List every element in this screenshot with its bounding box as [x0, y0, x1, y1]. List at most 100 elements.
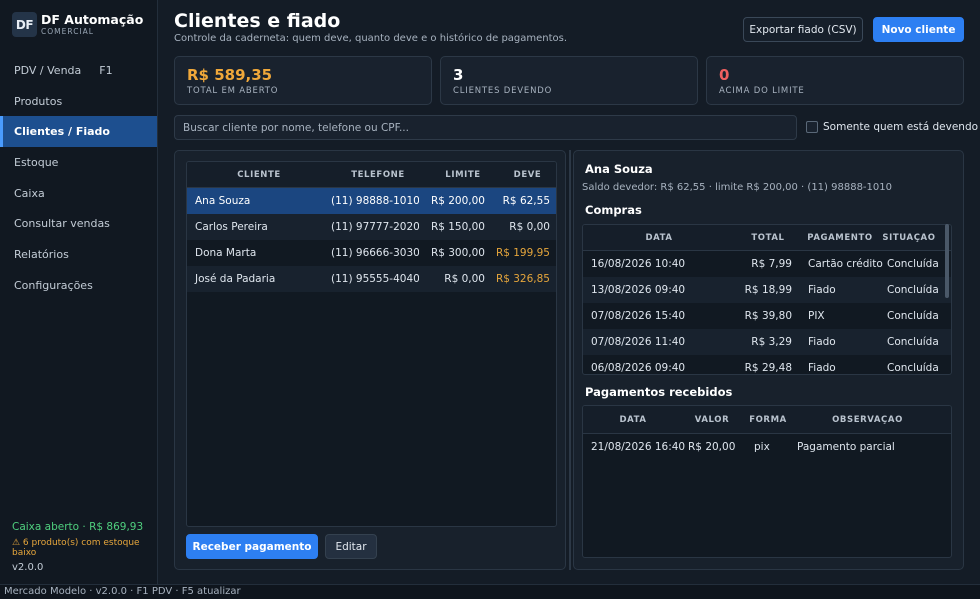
payment-note: Pagamento parcial [797, 441, 895, 453]
client-row[interactable]: Dona Marta (11) 96666-3030 R$ 300,00 R$ … [187, 240, 556, 266]
purchase-row[interactable]: 06/08/2026 09:40 R$ 29,48 Fiado Concluíd… [583, 355, 951, 374]
payment-row[interactable]: 21/08/2026 16:40 R$ 20,00 pix Pagamento … [583, 434, 951, 460]
nav-item-produtos[interactable]: Produtos [0, 86, 157, 117]
payment-method: pix [754, 441, 770, 453]
sidebar-footer: Caixa aberto · R$ 869,93 ⚠ 6 produto(s) … [12, 521, 152, 573]
purchase-date: 16/08/2026 10:40 [591, 258, 686, 270]
purchases-scrollbar[interactable] [945, 224, 949, 298]
client-owes: R$ 199,95 [495, 247, 550, 259]
column-header[interactable]: OBSERVAÇÃO [795, 415, 940, 425]
cash-status: Caixa aberto · R$ 869,93 [12, 521, 144, 533]
nav-shortcut: F1 [99, 63, 113, 77]
nav-item-caixa[interactable]: Caixa [0, 178, 157, 209]
search-input[interactable] [174, 115, 797, 140]
column-header[interactable]: FORMA [741, 415, 795, 425]
purchase-status: Concluída [887, 336, 939, 348]
purchase-status: Concluída [887, 258, 939, 270]
nav-item-label: Caixa [14, 186, 45, 200]
purchase-payment: PIX [808, 310, 825, 322]
column-header[interactable]: DATA [583, 233, 735, 243]
purchase-total: R$ 39,80 [744, 310, 792, 322]
clients-table-header: CLIENTE TELEFONE LIMITE DEVE [187, 162, 556, 188]
column-header[interactable]: TELEFONE [331, 170, 425, 180]
client-phone: (11) 96666-3030 [331, 247, 419, 259]
purchases-table: DATA TOTAL PAGAMENTO SITUAÇÃO 16/08/2026… [582, 224, 952, 375]
purchase-date: 13/08/2026 09:40 [591, 284, 686, 296]
purchase-total: R$ 29,48 [744, 362, 792, 374]
purchase-row[interactable]: 07/08/2026 11:40 R$ 3,29 Fiado Concluída [583, 329, 951, 355]
client-limit: R$ 200,00 [430, 195, 485, 207]
nav-item-consultar-vendas[interactable]: Consultar vendas [0, 208, 157, 239]
column-header[interactable]: DATA [583, 415, 683, 425]
nav-item-label: Estoque [14, 155, 59, 169]
export-csv-button[interactable]: Exportar fiado (CSV) [743, 17, 863, 42]
nav-item-label: Configurações [14, 278, 93, 292]
purchase-row[interactable]: 07/08/2026 15:40 R$ 39,80 PIX Concluída [583, 303, 951, 329]
sidebar: DF DF Automação COMERCIAL PDV / Venda F1… [0, 0, 158, 584]
client-owes: R$ 326,85 [495, 273, 550, 285]
purchases-table-header: DATA TOTAL PAGAMENTO SITUAÇÃO [583, 225, 951, 251]
owing-filter[interactable]: Somente quem está devendo [806, 121, 978, 133]
purchase-payment: Cartão crédito [808, 258, 883, 270]
page-title: Clientes e fiado [174, 10, 341, 32]
purchase-date: 07/08/2026 11:40 [591, 336, 686, 348]
payments-table-header: DATA VALOR FORMA OBSERVAÇÃO [583, 406, 951, 434]
stat-value: R$ 589,35 [187, 66, 273, 84]
column-header[interactable]: TOTAL [735, 233, 801, 243]
stat-card-over-limit: 0 ACIMA DO LIMITE [706, 56, 964, 105]
purchase-payment: Fiado [808, 362, 836, 374]
payment-date: 21/08/2026 16:40 [591, 441, 686, 453]
owing-filter-checkbox[interactable] [806, 121, 818, 133]
nav-item-clientes[interactable]: Clientes / Fiado [0, 116, 157, 148]
status-bar: Mercado Modelo · v2.0.0 · F1 PDV · F5 at… [0, 584, 980, 599]
nav-item-label: Relatórios [14, 247, 69, 261]
new-client-button[interactable]: Novo cliente [873, 17, 964, 42]
brand: DF DF Automação COMERCIAL [12, 12, 143, 37]
column-header[interactable]: SITUAÇÃO [879, 233, 939, 243]
client-owes: R$ 62,55 [502, 195, 550, 207]
stock-warning: ⚠ 6 produto(s) com estoque baixo [12, 538, 140, 558]
client-name: José da Padaria [195, 273, 276, 285]
client-phone: (11) 95555-4040 [331, 273, 419, 285]
column-header[interactable]: CLIENTE [187, 170, 331, 180]
client-name: Ana Souza [195, 195, 251, 207]
column-header[interactable]: LIMITE [425, 170, 501, 180]
purchase-payment: Fiado [808, 336, 836, 348]
detail-client-name: Ana Souza [585, 162, 653, 176]
nav-item-relatorios[interactable]: Relatórios [0, 239, 157, 270]
purchase-status: Concluída [887, 310, 939, 322]
owing-filter-label: Somente quem está devendo [823, 121, 979, 133]
purchases-title: Compras [585, 203, 642, 217]
page-subtitle: Controle da caderneta: quem deve, quanto… [174, 33, 568, 44]
nav-item-configuracoes[interactable]: Configurações [0, 270, 157, 301]
receive-payment-button[interactable]: Receber pagamento [186, 534, 318, 559]
edit-client-button[interactable]: Editar [325, 534, 377, 559]
clients-table: CLIENTE TELEFONE LIMITE DEVE Ana Souza (… [186, 161, 557, 527]
client-phone: (11) 98888-1010 [331, 195, 419, 207]
nav-item-estoque[interactable]: Estoque [0, 147, 157, 178]
brand-name: DF Automação [41, 12, 144, 27]
panel-splitter[interactable] [569, 150, 571, 570]
client-name: Dona Marta [195, 247, 257, 259]
nav-menu: PDV / Venda F1 Produtos Clientes / Fiado… [0, 55, 157, 301]
nav-item-pdv[interactable]: PDV / Venda F1 [0, 55, 157, 86]
detail-client-info: Saldo devedor: R$ 62,55 · limite R$ 200,… [582, 182, 892, 193]
purchase-date: 06/08/2026 09:40 [591, 362, 686, 374]
purchase-total: R$ 18,99 [744, 284, 792, 296]
column-header[interactable]: DEVE [501, 170, 554, 180]
stat-value: 3 [453, 66, 464, 84]
client-row[interactable]: Ana Souza (11) 98888-1010 R$ 200,00 R$ 6… [187, 188, 556, 214]
column-header[interactable]: VALOR [683, 415, 741, 425]
purchase-total: R$ 7,99 [751, 258, 792, 270]
purchase-row[interactable]: 16/08/2026 10:40 R$ 7,99 Cartão crédito … [583, 251, 951, 277]
stat-label: TOTAL EM ABERTO [187, 86, 279, 96]
purchase-row[interactable]: 13/08/2026 09:40 R$ 18,99 Fiado Concluíd… [583, 277, 951, 303]
client-phone: (11) 97777-2020 [331, 221, 419, 233]
client-limit: R$ 300,00 [430, 247, 485, 259]
column-header[interactable]: PAGAMENTO [801, 233, 879, 243]
clients-panel: CLIENTE TELEFONE LIMITE DEVE Ana Souza (… [174, 150, 566, 570]
client-row[interactable]: Carlos Pereira (11) 97777-2020 R$ 150,00… [187, 214, 556, 240]
client-row[interactable]: José da Padaria (11) 95555-4040 R$ 0,00 … [187, 266, 556, 292]
nav-item-label: PDV / Venda [14, 63, 82, 77]
client-owes: R$ 0,00 [509, 221, 550, 233]
